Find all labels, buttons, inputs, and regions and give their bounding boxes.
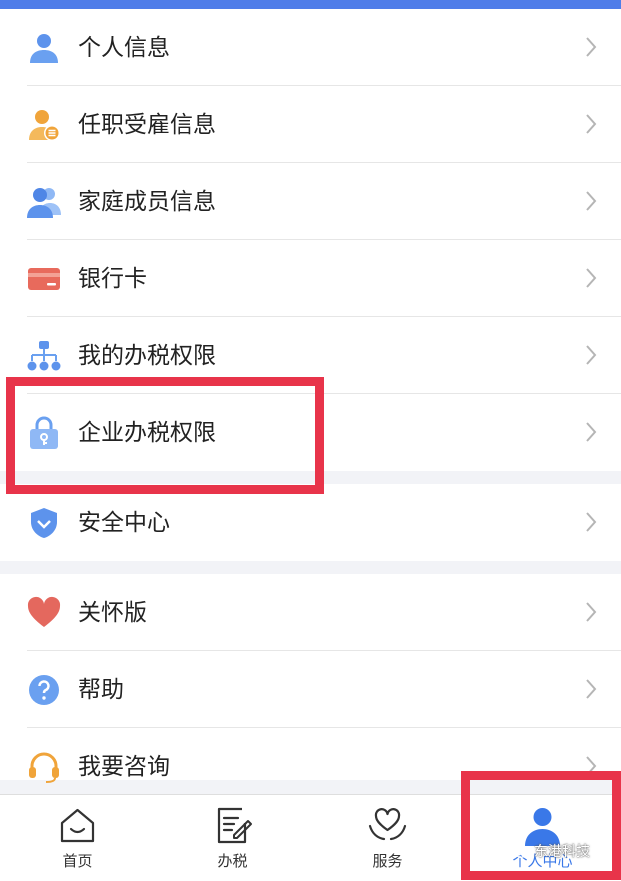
menu-item-family-info[interactable]: 家庭成员信息 [0,163,621,240]
home-icon [57,805,98,846]
menu-item-my-tax-permission[interactable]: 我的办税权限 [0,317,621,394]
tab-home[interactable]: 首页 [0,795,155,881]
watermark: 东港科技 [508,843,590,861]
menu-item-personal-info[interactable]: 个人信息 [0,9,621,86]
tab-service[interactable]: 服务 [310,795,465,881]
menu-item-label: 帮助 [78,677,124,703]
chevron-right-icon [585,601,597,623]
heart-hands-icon [367,805,408,846]
menu-item-label: 关怀版 [78,600,147,626]
menu-item-label: 个人信息 [78,35,170,61]
menu-item-help[interactable]: 帮助 [0,651,621,728]
menu-item-security-center[interactable]: 安全中心 [0,484,621,561]
edit-document-icon [212,805,253,846]
tab-label: 办税 [217,852,248,870]
menu-item-enterprise-tax-permission[interactable]: 企业办税权限 [0,394,621,471]
tab-label: 服务 [372,852,403,870]
menu-item-bank-card[interactable]: 银行卡 [0,240,621,317]
tab-label: 首页 [62,852,93,870]
headset-icon [27,750,61,784]
menu-item-label: 安全中心 [78,510,170,536]
menu-item-label: 我要咨询 [78,754,170,780]
tab-personal-center[interactable]: 个人中心 [465,795,620,881]
chevron-right-icon [585,678,597,700]
chevron-right-icon [585,36,597,58]
org-chart-icon [27,339,61,373]
family-icon [27,185,61,219]
person-icon [27,31,61,65]
shield-icon [27,506,61,540]
chevron-right-icon [585,421,597,443]
wechat-icon [508,843,528,859]
menu-item-label: 企业办税权限 [78,420,216,446]
chevron-right-icon [585,755,597,777]
employee-icon [27,108,61,142]
menu-item-care-version[interactable]: 关怀版 [0,574,621,651]
chevron-right-icon [585,190,597,212]
bank-card-icon [27,262,61,296]
heart-icon [27,596,61,630]
lock-key-icon [27,416,61,450]
person-filled-icon [522,805,563,846]
chevron-right-icon [585,113,597,135]
tab-tax[interactable]: 办税 [155,795,310,881]
menu-item-employment-info[interactable]: 任职受雇信息 [0,86,621,163]
chevron-right-icon [585,344,597,366]
help-icon [27,673,61,707]
top-header-bar [0,0,621,9]
watermark-text: 东港科技 [534,844,590,860]
menu-group-support: 关怀版 帮助 我要咨询 [0,574,621,783]
chevron-right-icon [585,511,597,533]
menu-item-label: 任职受雇信息 [78,112,216,138]
chevron-right-icon [585,267,597,289]
menu-item-label: 我的办税权限 [78,343,216,369]
bottom-tab-bar: 首页 办税 服务 个人中心 [0,794,621,881]
menu-item-label: 银行卡 [78,266,147,292]
menu-group-security: 安全中心 [0,484,621,561]
menu-item-label: 家庭成员信息 [78,189,216,215]
menu-group-profile: 个人信息 任职受雇信息 家庭成员信息 银行卡 我的办税权限 企业办税权限 [0,9,621,471]
